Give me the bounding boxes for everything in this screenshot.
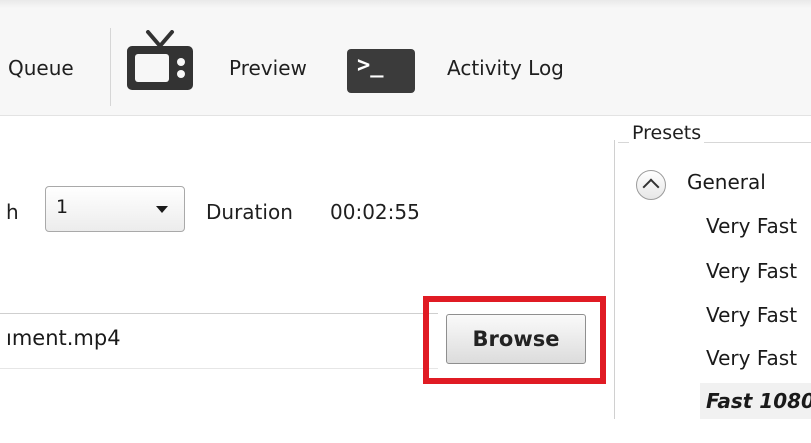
title-select[interactable]: 1 <box>45 186 185 232</box>
presets-panel-divider <box>614 140 615 419</box>
preset-category-general[interactable]: General <box>687 170 766 194</box>
terminal-icon[interactable]: >_ <box>347 49 415 93</box>
tv-icon[interactable] <box>124 30 196 94</box>
destination-file-field[interactable]: ıment.mp4 <box>0 313 438 369</box>
preset-item[interactable]: Very Fast <box>706 303 797 327</box>
collapse-icon[interactable] <box>636 170 666 200</box>
preset-item[interactable]: Very Fast <box>706 214 797 238</box>
toolbar-separator <box>110 28 111 106</box>
activity-log-button[interactable]: Activity Log <box>447 56 564 80</box>
title-label-partial: h <box>6 200 19 224</box>
destination-file-value: ıment.mp4 <box>6 326 121 350</box>
preview-button[interactable]: Preview <box>229 56 307 80</box>
terminal-glyph: >_ <box>357 53 384 78</box>
duration-label: Duration <box>206 200 293 224</box>
presets-legend: Presets <box>629 122 705 144</box>
toolbar-top-shadow <box>0 0 811 8</box>
title-select-value: 1 <box>56 196 69 218</box>
queue-button[interactable]: Queue <box>8 56 74 80</box>
chevron-down-icon <box>156 206 168 213</box>
browse-highlight-box <box>423 296 606 384</box>
duration-value: 00:02:55 <box>330 200 420 224</box>
preset-item[interactable]: Very Fast <box>706 259 797 283</box>
preset-item-selected[interactable]: Fast 1080 <box>706 389 811 413</box>
preset-item[interactable]: Very Fast <box>706 346 797 370</box>
